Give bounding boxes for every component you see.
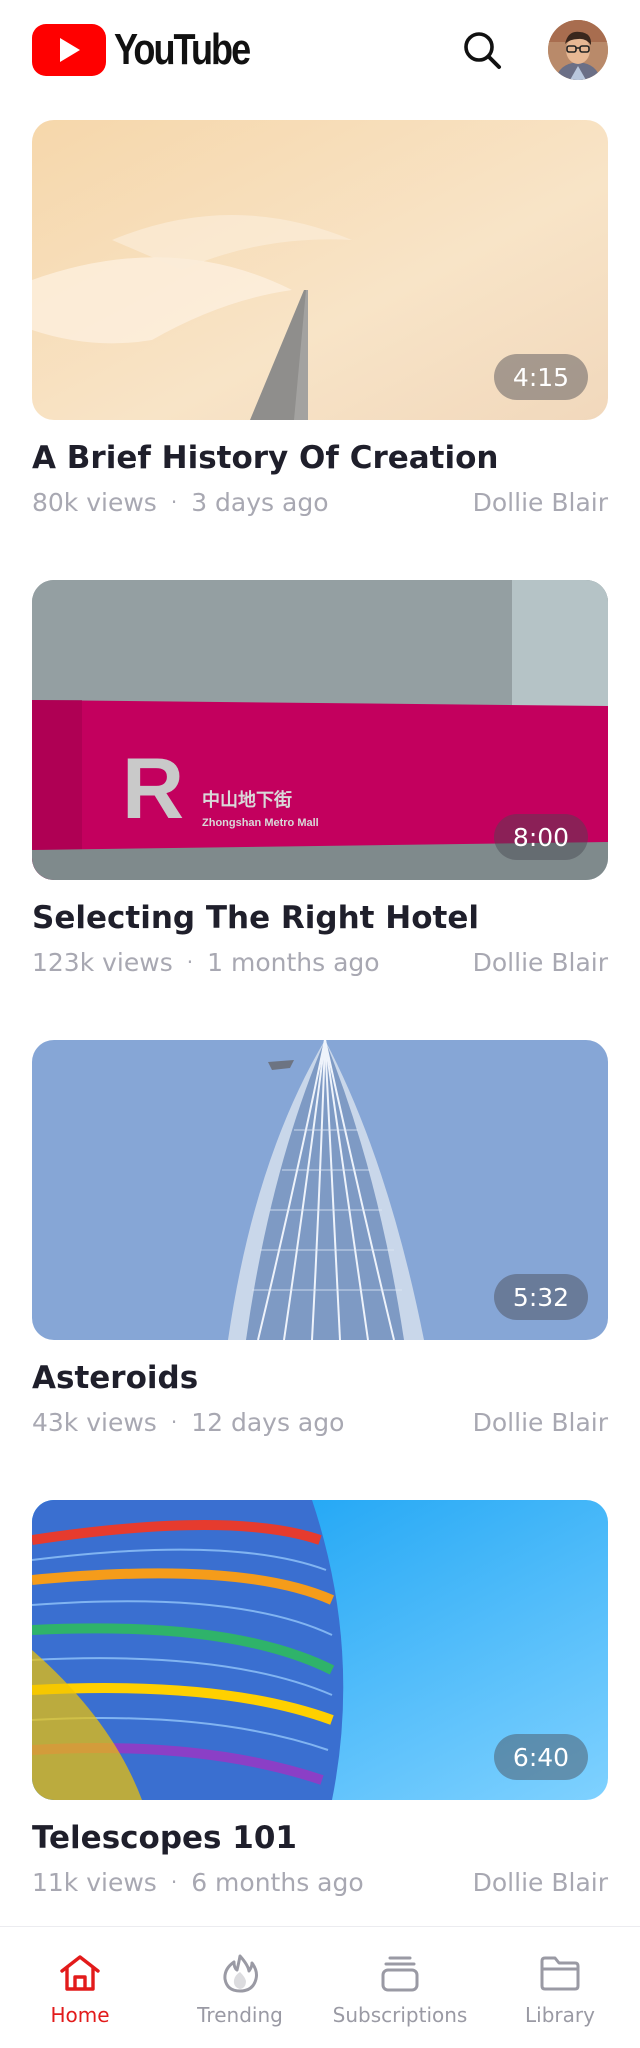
- video-title[interactable]: Telescopes 101: [32, 1818, 608, 1858]
- upload-age: 1 months ago: [207, 947, 380, 977]
- tab-trending[interactable]: Trending: [160, 1927, 320, 2048]
- video-feed: 4:15 A Brief History Of Creation 80k vie…: [32, 120, 608, 1960]
- brand-wordmark: YouTube: [114, 25, 251, 74]
- separator-dot: ·: [186, 950, 194, 974]
- sign-chinese-text: 中山地下街: [202, 789, 292, 811]
- tab-label: Home: [50, 2003, 110, 2027]
- channel-name[interactable]: Dollie Blair: [473, 1868, 608, 1897]
- tab-library[interactable]: Library: [480, 1927, 640, 2048]
- user-avatar[interactable]: [548, 20, 608, 80]
- video-thumbnail[interactable]: R 中山地下街 Zhongshan Metro Mall 8:00: [32, 580, 608, 880]
- top-app-bar: YouTube: [0, 0, 640, 100]
- duration-badge: 5:32: [494, 1274, 588, 1320]
- bottom-navigation: Home Trending Subscriptions Library: [0, 1926, 640, 2048]
- tab-label: Subscriptions: [332, 2003, 468, 2027]
- search-icon: [464, 32, 501, 69]
- separator-dot: ·: [170, 490, 178, 514]
- view-count: 80k views: [32, 487, 157, 517]
- channel-name[interactable]: Dollie Blair: [473, 948, 608, 977]
- video-title[interactable]: Asteroids: [32, 1358, 608, 1398]
- folder-icon: [540, 1956, 580, 1991]
- youtube-logo[interactable]: YouTube: [32, 24, 279, 76]
- video-card[interactable]: 5:32 Asteroids 43k views · 12 days ago D…: [32, 1040, 608, 1500]
- sign-letter: R: [122, 741, 184, 837]
- duration-badge: 8:00: [494, 814, 588, 860]
- video-thumbnail[interactable]: 6:40: [32, 1500, 608, 1800]
- home-icon: [60, 1955, 100, 1991]
- video-meta: 80k views · 3 days ago Dollie Blair: [32, 484, 608, 520]
- view-count: 43k views: [32, 1407, 157, 1437]
- upload-age: 3 days ago: [191, 487, 329, 517]
- duration-badge: 4:15: [494, 354, 588, 400]
- video-title[interactable]: A Brief History Of Creation: [32, 438, 608, 478]
- upload-age: 12 days ago: [191, 1407, 345, 1437]
- channel-name[interactable]: Dollie Blair: [473, 488, 608, 517]
- tab-subscriptions[interactable]: Subscriptions: [320, 1927, 480, 2048]
- view-count: 123k views: [32, 947, 173, 977]
- video-title[interactable]: Selecting The Right Hotel: [32, 898, 608, 938]
- tab-home[interactable]: Home: [0, 1927, 160, 2048]
- tab-label: Library: [525, 2003, 595, 2027]
- sign-english-text: Zhongshan Metro Mall: [202, 817, 319, 829]
- subscriptions-icon: [381, 1956, 419, 1992]
- separator-dot: ·: [170, 1870, 178, 1894]
- video-meta: 11k views · 6 months ago Dollie Blair: [32, 1864, 608, 1900]
- video-card[interactable]: R 中山地下街 Zhongshan Metro Mall 8:00 Select…: [32, 580, 608, 1040]
- avatar-portrait-image: [548, 20, 608, 80]
- video-thumbnail[interactable]: 5:32: [32, 1040, 608, 1340]
- video-card[interactable]: 4:15 A Brief History Of Creation 80k vie…: [32, 120, 608, 580]
- view-count: 11k views: [32, 1867, 157, 1897]
- duration-badge: 6:40: [494, 1734, 588, 1780]
- separator-dot: ·: [170, 1410, 178, 1434]
- video-card[interactable]: 6:40 Telescopes 101 11k views · 6 months…: [32, 1500, 608, 1960]
- tab-label: Trending: [197, 2003, 283, 2027]
- video-thumbnail[interactable]: 4:15: [32, 120, 608, 420]
- search-button[interactable]: [458, 26, 506, 74]
- upload-age: 6 months ago: [191, 1867, 364, 1897]
- channel-name[interactable]: Dollie Blair: [473, 1408, 608, 1437]
- play-logo-icon: [32, 24, 106, 76]
- flame-icon: [223, 1954, 258, 1993]
- video-meta: 123k views · 1 months ago Dollie Blair: [32, 944, 608, 980]
- video-meta: 43k views · 12 days ago Dollie Blair: [32, 1404, 608, 1440]
